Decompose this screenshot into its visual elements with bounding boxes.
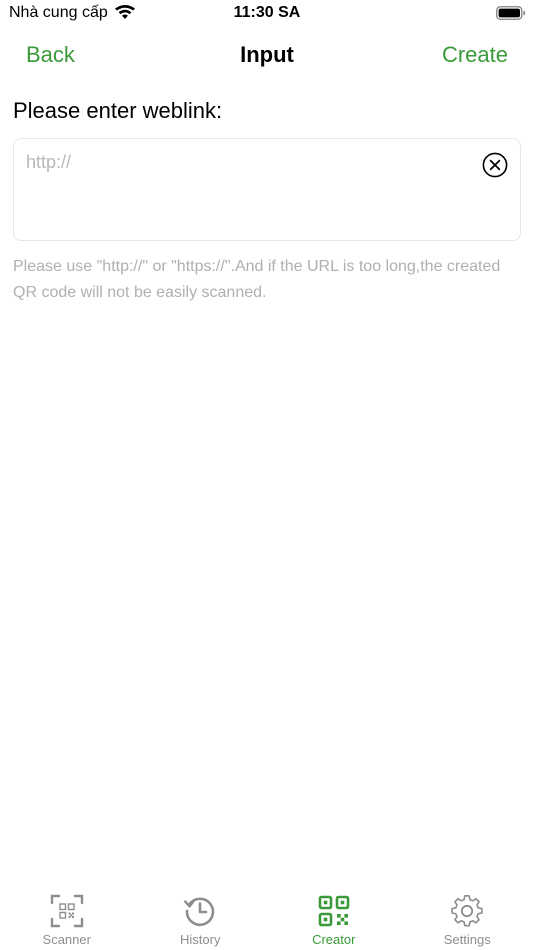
history-clock-icon [184,897,215,927]
qr-code-icon [318,895,350,927]
weblink-input-box[interactable] [13,138,521,241]
tab-label-creator: Creator [312,932,356,947]
battery-icon [496,6,526,20]
tab-label-settings: Settings [443,932,491,947]
nav-bar: Back Input Create [0,34,534,78]
gear-icon [451,895,484,927]
clear-input-icon[interactable] [482,152,508,178]
weblink-input[interactable] [26,149,466,175]
url-hint-text: Please use "http://" or "https://".And i… [13,258,501,301]
tab-bar: Scanner History Creator Settings [0,880,534,950]
qr-scan-icon [50,894,83,928]
tab-label-scanner: Scanner [42,932,91,947]
tab-history[interactable]: History [134,880,268,950]
status-time: 11:30 SA [233,4,301,21]
screen: Nhà cung cấp 11:30 SA Back Input Create … [0,0,534,950]
tab-label-history: History [180,932,221,947]
tab-scanner[interactable]: Scanner [0,880,134,950]
create-button[interactable]: Create [442,42,508,68]
tab-creator[interactable]: Creator [267,880,401,950]
status-bar: Nhà cung cấp 11:30 SA [0,0,534,28]
weblink-prompt-label: Please enter weblink: [13,98,223,123]
tab-settings[interactable]: Settings [401,880,534,950]
